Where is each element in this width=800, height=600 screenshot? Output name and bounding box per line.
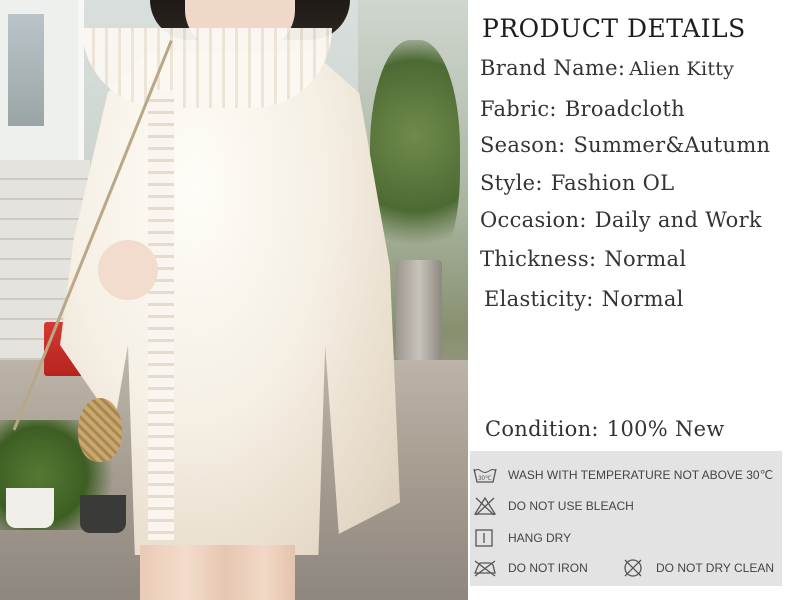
background-dark-pot bbox=[80, 495, 126, 533]
spec-elasticity: Elasticity: Normal bbox=[484, 287, 684, 311]
care-item-iron: DO NOT IRON bbox=[472, 557, 588, 579]
spec-thickness: Thickness: Normal bbox=[480, 247, 686, 271]
product-photo bbox=[0, 0, 468, 600]
no-iron-icon bbox=[472, 558, 498, 578]
background-planter bbox=[396, 260, 442, 360]
spec-label: Season: bbox=[480, 133, 566, 157]
spec-value: Fashion OL bbox=[550, 171, 675, 195]
product-details-title: PRODUCT DETAILS bbox=[482, 14, 746, 43]
spec-value: Broadcloth bbox=[564, 97, 685, 121]
care-text: DO NOT DRY CLEAN bbox=[656, 561, 775, 575]
care-item-hang-dry: HANG DRY bbox=[472, 527, 571, 549]
spec-brand: Brand Name: Alien Kitty bbox=[480, 56, 734, 80]
spec-value: Normal bbox=[604, 247, 687, 271]
spec-value: Normal bbox=[601, 287, 684, 311]
spec-label: Occasion: bbox=[480, 208, 587, 232]
spec-value: Alien Kitty bbox=[629, 58, 735, 80]
spec-label: Brand Name: bbox=[480, 56, 626, 80]
spec-label: Condition: bbox=[485, 417, 599, 441]
ruffle-placket bbox=[148, 90, 174, 540]
no-bleach-icon bbox=[472, 496, 498, 516]
no-dry-clean-icon bbox=[620, 558, 646, 578]
spec-value: Daily and Work bbox=[594, 208, 762, 232]
model-legs bbox=[140, 545, 295, 600]
care-item-wash: 30℃ WASH WITH TEMPERATURE NOT ABOVE 30℃ bbox=[472, 464, 773, 486]
care-item-bleach: DO NOT USE BLEACH bbox=[472, 495, 634, 517]
spec-value: Summer&Autumn bbox=[573, 133, 771, 157]
spec-occasion: Occasion: Daily and Work bbox=[480, 208, 762, 232]
spec-label: Thickness: bbox=[480, 247, 597, 271]
spec-fabric: Fabric: Broadcloth bbox=[480, 97, 685, 121]
background-window bbox=[0, 0, 84, 166]
care-instructions-box: 30℃ WASH WITH TEMPERATURE NOT ABOVE 30℃ … bbox=[470, 451, 782, 586]
care-text: HANG DRY bbox=[508, 531, 572, 545]
spec-label: Fabric: bbox=[480, 97, 557, 121]
spec-label: Style: bbox=[480, 171, 543, 195]
care-text: WASH WITH TEMPERATURE NOT ABOVE 30℃ bbox=[508, 468, 774, 482]
care-text: DO NOT IRON bbox=[508, 561, 588, 575]
wash-30-icon: 30℃ bbox=[472, 465, 498, 485]
background-white-pot bbox=[6, 488, 54, 528]
care-item-dry-clean: DO NOT DRY CLEAN bbox=[620, 557, 774, 579]
care-text: DO NOT USE BLEACH bbox=[508, 499, 634, 513]
spec-label: Elasticity: bbox=[484, 287, 594, 311]
hang-dry-icon bbox=[472, 528, 498, 548]
spec-value: 100% New bbox=[606, 417, 725, 441]
spec-condition: Condition: 100% New bbox=[485, 417, 725, 441]
svg-text:30℃: 30℃ bbox=[478, 476, 492, 482]
straw-bag bbox=[78, 398, 122, 462]
spec-style: Style: Fashion OL bbox=[480, 171, 674, 195]
model-hand bbox=[98, 240, 158, 300]
window-pane bbox=[8, 14, 44, 126]
spec-season: Season: Summer&Autumn bbox=[480, 133, 770, 157]
